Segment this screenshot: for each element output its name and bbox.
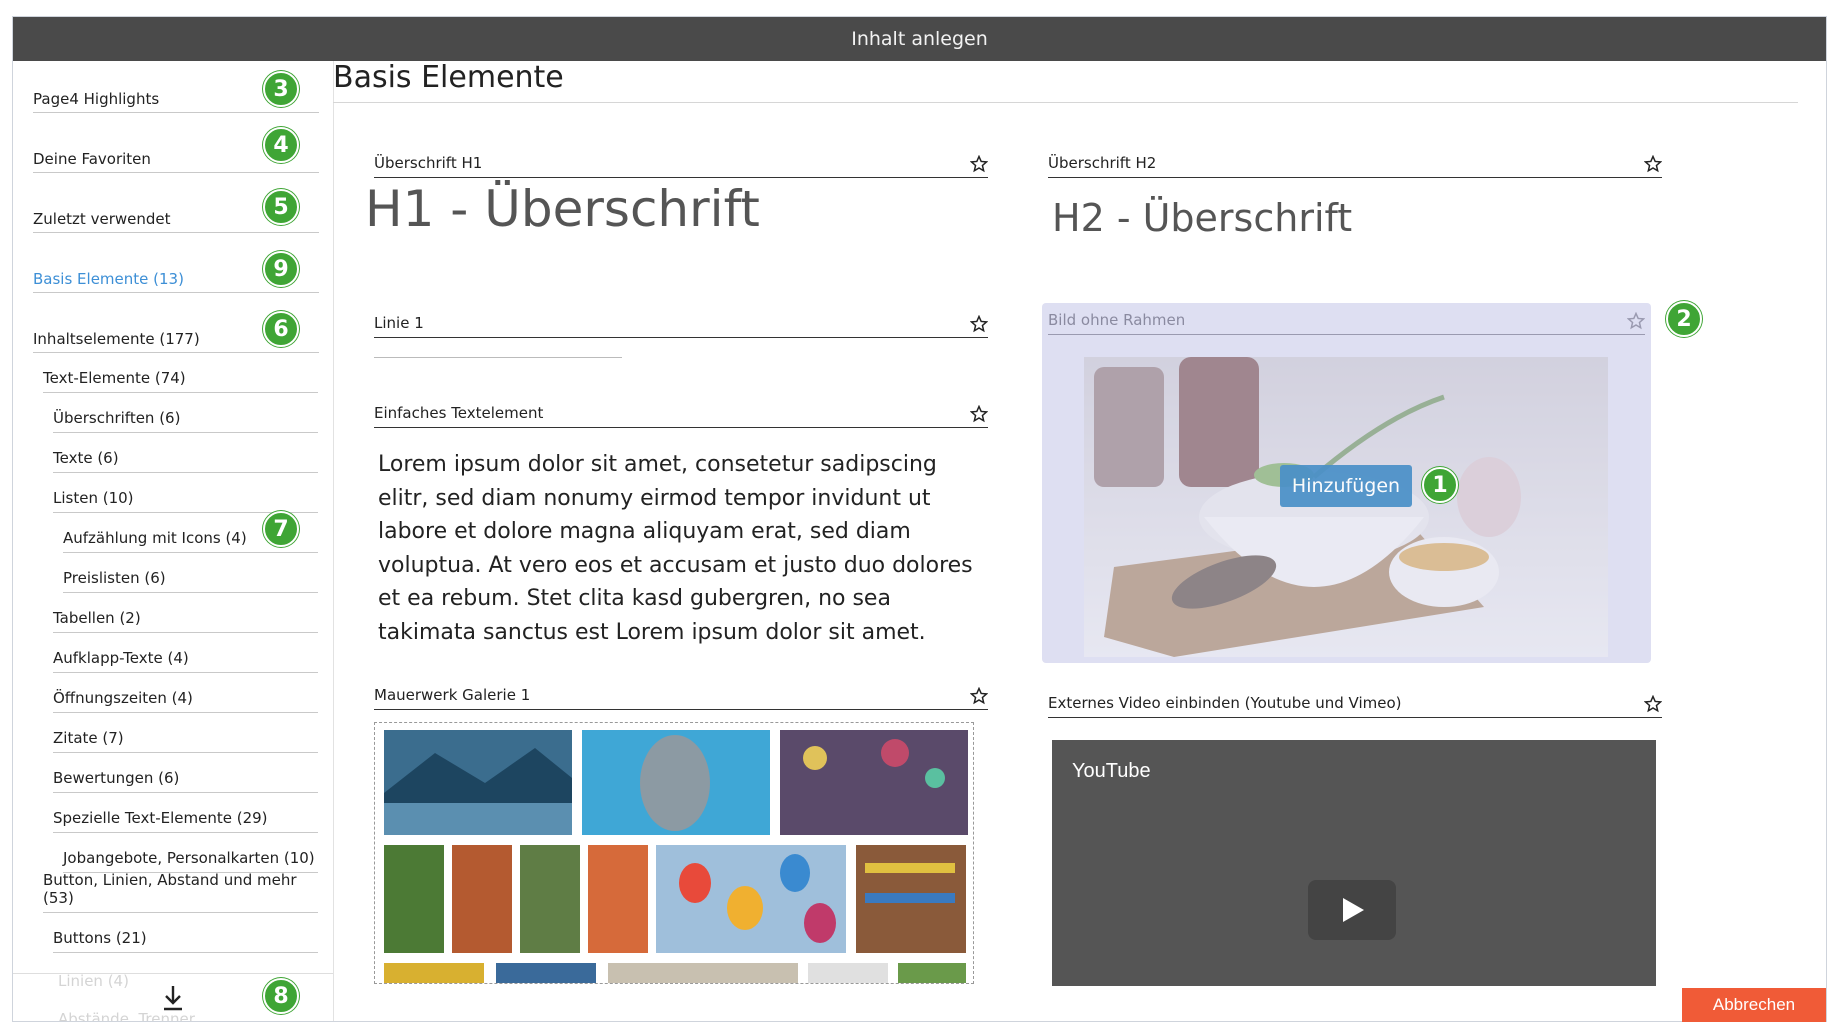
star-icon[interactable]	[970, 155, 988, 173]
sidebar-item-label: Texte (6)	[53, 449, 119, 467]
text-preview[interactable]: Lorem ipsum dolor sit amet, consetetur s…	[378, 448, 983, 649]
element-linie-header[interactable]: Linie 1	[374, 312, 988, 338]
gallery-preview[interactable]	[374, 722, 974, 984]
step-badge: 1	[1422, 467, 1458, 503]
sidebar-subitem[interactable]: Zitate (7)	[53, 723, 318, 753]
step-badge: 7	[263, 511, 299, 547]
sidebar-subitem[interactable]: Öffnungszeiten (4)	[53, 683, 318, 713]
page-title: Basis Elemente	[333, 60, 564, 95]
youtube-label: YouTube	[1072, 760, 1151, 782]
star-icon[interactable]	[970, 405, 988, 423]
sidebar-item-label: Jobangebote, Personalkarten (10)	[63, 849, 315, 867]
element-label: Überschrift H1	[374, 154, 483, 172]
play-icon	[1343, 898, 1364, 922]
dialog-title: Inhalt anlegen	[13, 17, 1826, 61]
step-badge: 5	[263, 189, 299, 225]
sidebar-item-label: Preislisten (6)	[63, 569, 166, 587]
star-icon[interactable]	[970, 687, 988, 705]
element-gallery-header[interactable]: Mauerwerk Galerie 1	[374, 684, 988, 710]
element-bild-header: Bild ohne Rahmen	[1048, 309, 1645, 335]
sidebar-subitem[interactable]: Buttons (21)	[53, 923, 318, 953]
gallery-thumbnails	[384, 730, 968, 983]
faded-list-item: Linien (4)	[58, 972, 129, 990]
download-icon[interactable]	[161, 984, 185, 1012]
sidebar-subitem[interactable]: Texte (6)	[53, 443, 318, 473]
cancel-button[interactable]: Abbrechen	[1682, 988, 1826, 1022]
element-text-header[interactable]: Einfaches Textelement	[374, 402, 988, 428]
sidebar-subitem[interactable]: Jobangebote, Personalkarten (10)	[63, 843, 318, 873]
element-label: Einfaches Textelement	[374, 404, 544, 422]
sidebar-item-label: Überschriften (6)	[53, 409, 181, 427]
sidebar-item-label: Aufklapp-Texte (4)	[53, 649, 189, 667]
sidebar-item-label: Basis Elemente (13)	[33, 270, 184, 288]
sidebar-item-label: Bewertungen (6)	[53, 769, 180, 787]
sidebar-item-label: Tabellen (2)	[53, 609, 141, 627]
sidebar-item-label: Inhaltselemente (177)	[33, 330, 200, 348]
sidebar-item-label: Öffnungszeiten (4)	[53, 689, 193, 707]
element-label: Mauerwerk Galerie 1	[374, 686, 531, 704]
title-divider	[333, 102, 1798, 103]
sidebar-item-label: Button, Linien, Abstand und mehr (53)	[43, 871, 297, 907]
sidebar-item-label: Text-Elemente (74)	[43, 369, 186, 387]
element-video-header[interactable]: Externes Video einbinden (Youtube und Vi…	[1048, 692, 1662, 718]
element-h2-header[interactable]: Überschrift H2	[1048, 152, 1662, 178]
h1-preview[interactable]: H1 - Überschrift	[365, 180, 760, 238]
sidebar-subitem[interactable]: Spezielle Text-Elemente (29)	[53, 803, 318, 833]
sidebar-footer: Linien (4) Abstände, Trenner 8	[13, 972, 333, 1021]
sidebar-item-label: Page4 Highlights	[33, 90, 160, 108]
video-preview[interactable]: YouTube	[1052, 740, 1656, 986]
sidebar-subitem[interactable]: Preislisten (6)	[63, 563, 318, 593]
element-label: Linie 1	[374, 314, 424, 332]
sidebar-subitem[interactable]: Listen (10)	[53, 483, 318, 513]
sidebar-item-label: Buttons (21)	[53, 929, 147, 947]
sidebar-item-label: Zitate (7)	[53, 729, 124, 747]
star-icon[interactable]	[970, 315, 988, 333]
star-icon[interactable]	[1627, 312, 1645, 330]
step-badge: 3	[263, 71, 299, 107]
sidebar-subitem[interactable]: Bewertungen (6)	[53, 763, 318, 793]
element-label: Bild ohne Rahmen	[1048, 311, 1186, 329]
element-label: Externes Video einbinden (Youtube und Vi…	[1048, 694, 1402, 712]
sidebar-subitem[interactable]: Tabellen (2)	[53, 603, 318, 633]
star-icon[interactable]	[1644, 695, 1662, 713]
element-bild-card[interactable]: Bild ohne Rahmen Hinzufügen 1	[1042, 303, 1651, 663]
sidebar-subitem[interactable]: Überschriften (6)	[53, 403, 318, 433]
sidebar-item-label: Spezielle Text-Elemente (29)	[53, 809, 268, 827]
spices-image	[1084, 357, 1608, 657]
sidebar-item-label: Aufzählung mit Icons (4)	[63, 529, 247, 547]
sidebar-subitem[interactable]: Text-Elemente (74)	[43, 363, 318, 393]
step-badge: 2	[1666, 301, 1702, 337]
category-sidebar: Page4 Highlights 3 Deine Favoriten 4 Zul…	[13, 61, 334, 1021]
step-badge: 8	[263, 978, 299, 1014]
sidebar-subitem[interactable]: Button, Linien, Abstand und mehr (53)	[43, 871, 318, 913]
sidebar-subitem[interactable]: Aufklapp-Texte (4)	[53, 643, 318, 673]
linie-preview[interactable]	[374, 357, 622, 358]
sidebar-item-label: Deine Favoriten	[33, 150, 151, 168]
add-element-button[interactable]: Hinzufügen	[1280, 465, 1412, 507]
element-label: Überschrift H2	[1048, 154, 1157, 172]
sidebar-item-label: Zuletzt verwendet	[33, 210, 171, 228]
element-h1-header[interactable]: Überschrift H1	[374, 152, 988, 178]
step-badge: 9	[263, 251, 299, 287]
step-badge: 4	[263, 127, 299, 163]
step-badge: 6	[263, 311, 299, 347]
sidebar-item-label: Listen (10)	[53, 489, 134, 507]
star-icon[interactable]	[1644, 155, 1662, 173]
h2-preview[interactable]: H2 - Überschrift	[1052, 196, 1352, 240]
play-button[interactable]	[1308, 880, 1396, 940]
